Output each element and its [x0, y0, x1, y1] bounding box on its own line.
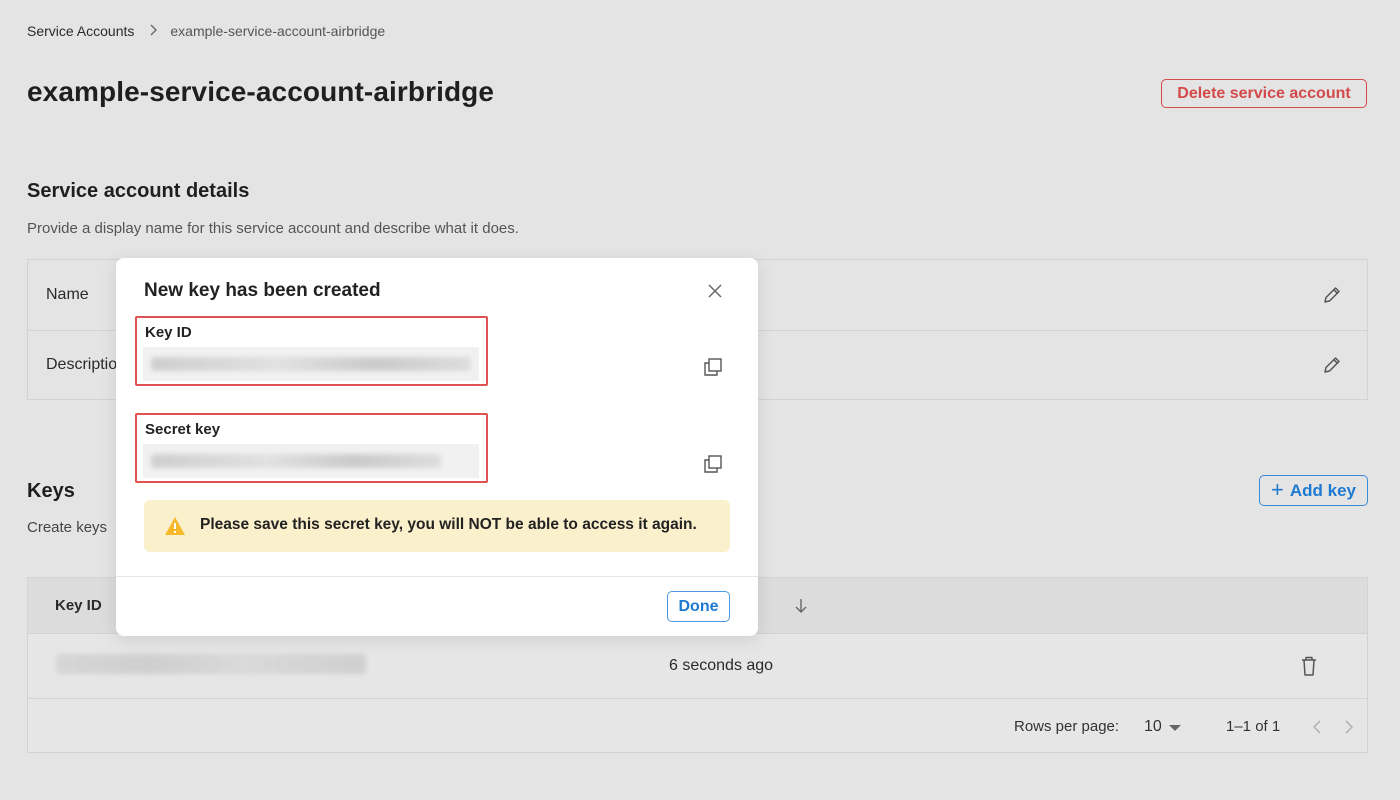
description-label: Description: [46, 356, 127, 373]
keys-section-description: Create keys: [27, 519, 108, 536]
secret-key-value-redacted[interactable]: [143, 444, 479, 478]
copy-icon[interactable]: [702, 453, 724, 475]
arrow-down-icon[interactable]: [794, 598, 808, 614]
pencil-icon[interactable]: [1321, 284, 1343, 306]
plus-icon: +: [1271, 476, 1284, 502]
secret-key-label: Secret key: [145, 421, 221, 438]
new-key-dialog: New key has been created Key ID Secret k…: [116, 258, 758, 636]
pencil-icon[interactable]: [1321, 354, 1343, 376]
key-id-value-redacted[interactable]: [143, 347, 479, 381]
column-header-key-id[interactable]: Key ID: [55, 597, 102, 614]
warning-icon: [165, 517, 185, 535]
rows-per-page-select[interactable]: 10: [1144, 718, 1162, 736]
delete-service-account-button[interactable]: Delete service account: [1161, 79, 1367, 108]
breadcrumb-current: example-service-account-airbridge: [170, 23, 386, 39]
dialog-title: New key has been created: [144, 280, 381, 301]
rows-per-page-label: Rows per page:: [1014, 718, 1120, 735]
chevron-left-icon[interactable]: [1310, 719, 1324, 735]
done-button[interactable]: Done: [667, 591, 730, 622]
add-key-button[interactable]: + Add key: [1259, 475, 1368, 506]
pagination-range: 1–1 of 1: [1226, 718, 1281, 735]
secret-key-field: Secret key: [135, 413, 488, 483]
keys-section-title: Keys: [27, 480, 75, 502]
chevron-right-icon[interactable]: [1342, 719, 1356, 735]
warning-text: Please save this secret key, you will NO…: [200, 516, 697, 533]
breadcrumb-service-accounts-link[interactable]: Service Accounts: [27, 23, 134, 39]
add-key-label: Add key: [1289, 480, 1356, 500]
details-section-title: Service account details: [27, 180, 250, 202]
dialog-divider: [116, 576, 758, 577]
created-value: 6 seconds ago: [669, 657, 774, 674]
page-title: example-service-account-airbridge: [27, 76, 495, 107]
key-id-value-redacted: [56, 654, 366, 674]
key-id-field: Key ID: [135, 316, 488, 386]
table-pagination: Rows per page: 10 1–1 of 1: [28, 699, 1367, 753]
caret-down-icon[interactable]: [1169, 725, 1181, 731]
breadcrumb: Service Accounts example-service-account…: [27, 23, 385, 39]
trash-icon[interactable]: [1299, 655, 1319, 677]
key-id-label: Key ID: [145, 324, 192, 341]
warning-banner: Please save this secret key, you will NO…: [144, 500, 730, 552]
close-icon[interactable]: [707, 283, 723, 299]
chevron-right-icon: [148, 23, 158, 39]
copy-icon[interactable]: [702, 356, 724, 378]
name-label: Name: [46, 286, 89, 303]
table-row: 6 seconds ago: [28, 634, 1367, 699]
details-section-description: Provide a display name for this service …: [27, 220, 519, 237]
